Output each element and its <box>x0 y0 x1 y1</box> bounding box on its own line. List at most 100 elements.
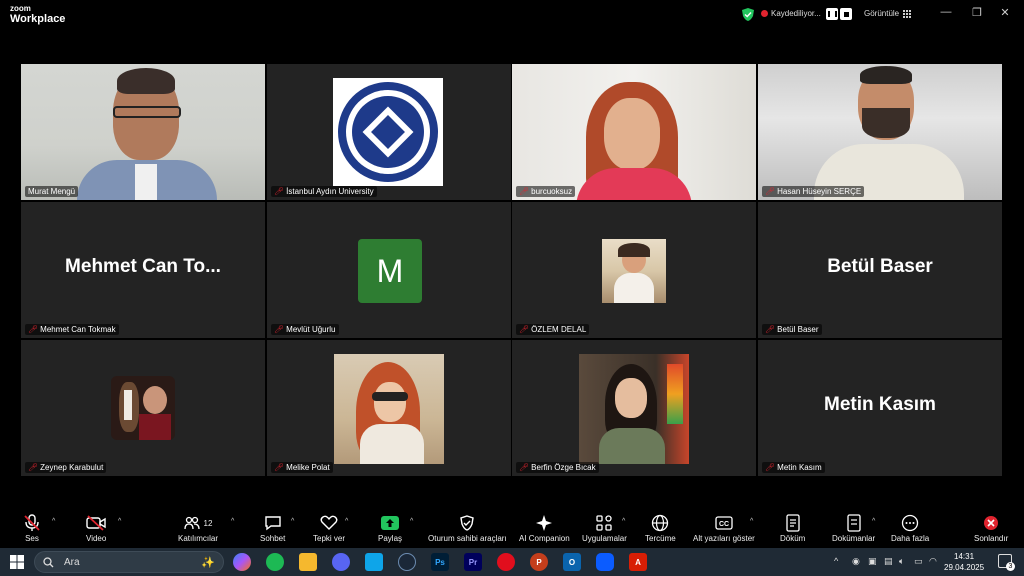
outlook-icon[interactable]: O <box>563 553 581 571</box>
logo-zoom: zoom <box>10 4 31 13</box>
tray-app-icon[interactable]: ◉ <box>852 556 860 567</box>
apps-button[interactable]: Uygulamalar <box>582 514 627 543</box>
tray-display-icon[interactable]: ▤ <box>884 556 893 567</box>
video-options-caret[interactable]: ^ <box>118 518 121 525</box>
discord-icon[interactable] <box>332 553 350 571</box>
powerpoint-icon[interactable]: P <box>530 553 548 571</box>
docs-options-caret[interactable]: ^ <box>872 518 875 525</box>
profile-photo <box>334 354 444 464</box>
participant-tile[interactable]: 🎤︎ Zeynep Karabulut <box>21 340 265 476</box>
battery-icon[interactable]: ▭ <box>914 556 923 567</box>
video-gallery: Murat Mengü 🎤︎ İstanbul Aydın University… <box>21 64 1003 478</box>
wifi-icon[interactable]: ◠ <box>929 556 937 567</box>
participant-name-label: 🎤︎ Hasan Hüseyin SERÇE <box>762 186 865 197</box>
tray-zoom-icon[interactable]: ▣ <box>868 556 877 567</box>
participant-tile[interactable]: Mehmet Can To... 🎤︎ Mehmet Can Tokmak <box>21 202 265 338</box>
transcript-button[interactable]: Döküm <box>780 514 805 543</box>
shield-check-icon[interactable] <box>742 8 754 21</box>
share-options-caret[interactable]: ^ <box>410 518 413 525</box>
file-explorer-icon[interactable] <box>299 553 317 571</box>
recording-label: Kaydediliyor... <box>771 9 821 18</box>
audio-button[interactable]: Ses <box>24 514 40 543</box>
photoshop-icon[interactable]: Ps <box>431 553 449 571</box>
audio-options-caret[interactable]: ^ <box>52 518 55 525</box>
participant-display-name: Mehmet Can To... <box>65 256 221 277</box>
acrobat-icon[interactable]: A <box>629 553 647 571</box>
svg-text:CC: CC <box>719 521 729 528</box>
close-window-button[interactable]: ✕ <box>995 6 1015 19</box>
calendar-app-icon[interactable] <box>365 553 383 571</box>
profile-photo <box>579 354 689 464</box>
heart-icon <box>320 515 338 530</box>
steam-icon[interactable] <box>398 553 416 571</box>
pause-recording-button[interactable] <box>826 8 838 20</box>
chat-icon <box>264 516 281 531</box>
taskbar-search[interactable]: Ara ✨ <box>34 551 224 573</box>
participant-name-label: 🎤︎ Zeynep Karabulut <box>25 462 107 473</box>
meeting-toolbar: Ses ^ Video ^ 12 Katılımcılar ^ Sohbet ^… <box>0 510 1024 548</box>
react-button[interactable]: Tepki ver <box>313 514 345 543</box>
recording-dot-icon <box>761 10 768 17</box>
participants-button[interactable]: 12 Katılımcılar <box>178 514 218 543</box>
copilot-icon[interactable] <box>233 553 251 571</box>
opera-icon[interactable] <box>497 553 515 571</box>
mic-muted-icon <box>24 514 40 531</box>
search-icon <box>43 556 54 567</box>
participant-name-label: 🎤︎ Mevlüt Uğurlu <box>271 324 339 335</box>
participant-video <box>21 64 265 200</box>
ai-companion-button[interactable]: AI Companion <box>519 514 570 543</box>
captions-options-caret[interactable]: ^ <box>750 518 753 525</box>
participant-name-label: 🎤︎ ÖZLEM DELAL <box>516 324 590 335</box>
chat-button[interactable]: Sohbet <box>260 514 285 543</box>
participant-display-name: Metin Kasım <box>824 394 936 415</box>
title-bar: zoom Workplace Kaydediliyor... Görüntüle… <box>0 0 1024 30</box>
share-screen-icon <box>381 516 399 530</box>
windows-start-icon[interactable] <box>10 555 24 569</box>
video-button[interactable]: Video <box>86 514 106 543</box>
participant-tile[interactable]: 🎤︎ Berfin Özge Bıcak <box>512 340 756 476</box>
zoom-app-icon[interactable] <box>596 553 614 571</box>
recording-indicator[interactable]: Kaydediliyor... <box>761 9 821 18</box>
notification-icon[interactable]: 3 <box>998 554 1015 571</box>
captions-button[interactable]: CC Alt yazıları göster <box>693 514 755 543</box>
participant-tile[interactable]: 🎤︎ Hasan Hüseyin SERÇE <box>758 64 1002 200</box>
participant-tile[interactable]: Metin Kasım 🎤︎ Metin Kasım <box>758 340 1002 476</box>
chat-options-caret[interactable]: ^ <box>291 518 294 525</box>
participant-name-label: Murat Mengü <box>25 186 79 197</box>
participant-tile[interactable]: 🎤︎ İstanbul Aydın University <box>267 64 511 200</box>
participant-name-label: 🎤︎ Berfin Özge Bıcak <box>516 462 599 473</box>
spotify-icon[interactable] <box>266 553 284 571</box>
participant-tile[interactable]: M 🎤︎ Mevlüt Uğurlu <box>267 202 511 338</box>
sparkle-icon <box>536 515 553 531</box>
translate-button[interactable]: Tercüme <box>645 514 676 543</box>
participant-tile[interactable]: 🎤︎ Melike Polat <box>267 340 511 476</box>
minimize-button[interactable]: — <box>936 6 956 18</box>
participant-tile[interactable]: Murat Mengü <box>21 64 265 200</box>
docs-button[interactable]: Dokümanlar <box>832 514 875 543</box>
volume-icon[interactable]: 🔈︎ <box>899 556 904 567</box>
mic-muted-icon: 🎤︎ <box>519 463 530 472</box>
view-button[interactable]: Görüntüle <box>864 9 912 18</box>
end-meeting-button[interactable]: Sonlandır <box>974 514 1008 543</box>
logo-workplace: Workplace <box>10 13 66 25</box>
host-tools-button[interactable]: Oturum sahibi araçları <box>428 514 507 543</box>
participant-tile[interactable]: 🎤︎ ÖZLEM DELAL <box>512 202 756 338</box>
stop-recording-button[interactable] <box>840 8 852 20</box>
participant-tile[interactable]: 🎤︎ burcuoksuz <box>512 64 756 200</box>
profile-photo <box>602 239 666 303</box>
video-off-icon <box>86 515 106 531</box>
react-options-caret[interactable]: ^ <box>345 518 348 525</box>
globe-icon <box>652 514 669 532</box>
tray-expand-icon[interactable]: ^ <box>834 556 838 566</box>
apps-options-caret[interactable]: ^ <box>622 518 625 525</box>
share-button[interactable]: Paylaş <box>378 514 402 543</box>
participant-tile[interactable]: Betül Baser 🎤︎ Betül Baser <box>758 202 1002 338</box>
participant-name-label: 🎤︎ İstanbul Aydın University <box>271 186 377 197</box>
restore-button[interactable]: ❐ <box>967 6 987 19</box>
participant-name-label: 🎤︎ burcuoksuz <box>516 186 576 197</box>
more-button[interactable]: Daha fazla <box>891 514 929 543</box>
premiere-icon[interactable]: Pr <box>464 553 482 571</box>
system-clock[interactable]: 14:31 29.04.2025 <box>944 551 984 573</box>
participants-options-caret[interactable]: ^ <box>231 518 234 525</box>
document-icon <box>786 514 800 532</box>
